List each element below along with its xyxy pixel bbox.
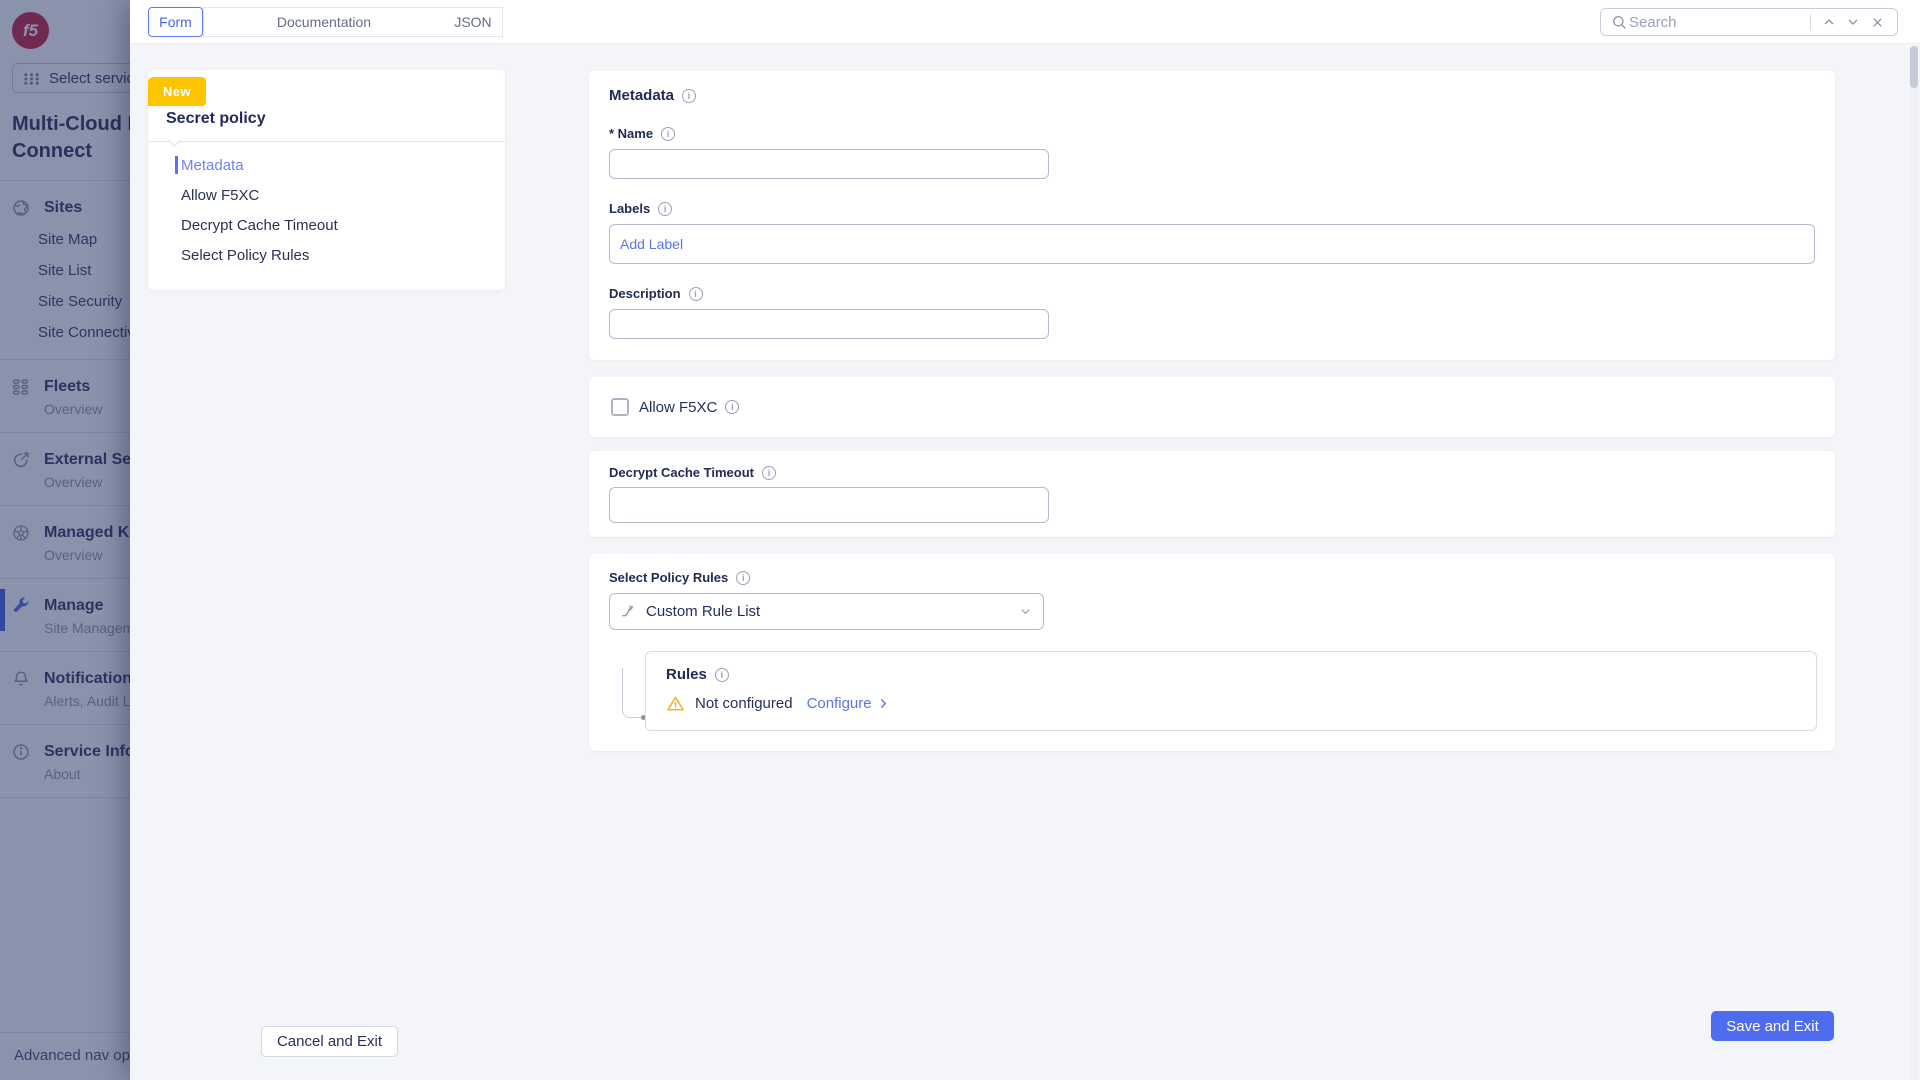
configure-link-label: Configure [807,695,872,712]
branch-icon [620,603,637,620]
tab-form[interactable]: Form [148,7,203,37]
search-close-button[interactable] [1865,11,1889,33]
rules-status: Not configured [695,695,793,712]
policy-rules-select[interactable]: Custom Rule List [609,593,1044,630]
search-icon [1609,11,1629,33]
wizard-step-allow-f5xc[interactable]: Allow F5XC [148,180,505,210]
wizard-step-metadata[interactable]: Metadata [148,150,505,180]
secret-policy-modal: Form Documentation JSON [130,0,1920,1080]
rules-title: Rules [666,666,707,683]
new-badge: New [148,77,206,106]
allow-f5xc-checkbox[interactable] [611,398,629,416]
search-input[interactable] [1629,14,1804,31]
rules-subsection: Rules Not configured Configure [645,651,1817,731]
info-icon[interactable] [736,571,750,585]
wizard-steps: Metadata Allow F5XC Decrypt Cache Timeou… [148,150,505,270]
add-label-input[interactable] [609,224,1815,264]
info-icon[interactable] [658,202,672,216]
labels-field-label: Labels [609,201,650,216]
modal-tab-bar: Form Documentation JSON [130,0,1920,44]
wizard-step-select-policy-rules[interactable]: Select Policy Rules [148,240,505,270]
info-icon[interactable] [715,668,729,682]
chevron-right-icon [876,696,891,711]
tab-documentation[interactable]: Documentation [203,7,445,37]
allow-f5xc-label: Allow F5XC [639,399,717,416]
tab-json[interactable]: JSON [444,7,503,37]
decrypt-cache-timeout-section: Decrypt Cache Timeout [589,451,1835,537]
warning-icon [666,694,685,713]
search-prev-button[interactable] [1817,11,1841,33]
chevron-down-icon [1845,14,1861,30]
close-icon [1870,15,1885,30]
decrypt-cache-timeout-label: Decrypt Cache Timeout [609,465,754,480]
scrollbar-track [1910,46,1918,1080]
info-icon[interactable] [725,400,739,414]
name-field-label: * Name [609,126,653,141]
info-icon[interactable] [689,287,703,301]
search-box [1600,8,1898,36]
wizard-nav-panel: New Secret policy Metadata Allow F5XC De… [148,70,505,290]
divider [1810,14,1811,30]
scrollbar-thumb[interactable] [1910,46,1918,88]
metadata-section: Metadata * Name Labels Description [589,71,1835,360]
info-icon[interactable] [762,466,776,480]
nested-connector-line [622,668,642,718]
divider [148,141,505,142]
info-icon[interactable] [661,127,675,141]
divider-notch [168,134,181,147]
cancel-and-exit-button[interactable]: Cancel and Exit [261,1026,398,1057]
decrypt-cache-timeout-input[interactable] [609,487,1049,523]
policy-rules-selected-value: Custom Rule List [646,603,1009,620]
allow-f5xc-section: Allow F5XC [589,377,1835,437]
wizard-title: Secret policy [166,110,266,128]
description-input[interactable] [609,309,1049,339]
name-input[interactable] [609,149,1049,179]
chevron-up-icon [1821,14,1837,30]
configure-link[interactable]: Configure [807,695,891,712]
chevron-down-icon [1018,604,1033,619]
save-and-exit-button[interactable]: Save and Exit [1711,1011,1834,1041]
description-field-label: Description [609,286,681,301]
metadata-section-title: Metadata [609,87,674,104]
info-icon[interactable] [682,89,696,103]
select-policy-rules-label: Select Policy Rules [609,570,728,585]
search-next-button[interactable] [1841,11,1865,33]
wizard-step-decrypt-cache-timeout[interactable]: Decrypt Cache Timeout [148,210,505,240]
select-policy-rules-section: Select Policy Rules Custom Rule List Rul… [589,554,1835,751]
